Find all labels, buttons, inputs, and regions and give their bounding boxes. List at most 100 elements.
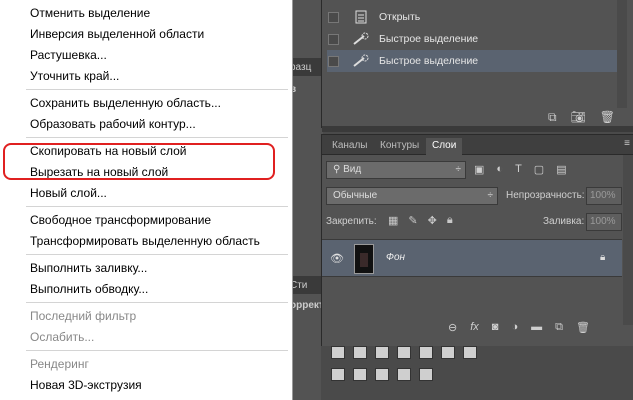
history-item-quick-selection[interactable]: Быстрое выделение	[322, 28, 633, 50]
invert-icon[interactable]	[331, 368, 345, 381]
lock-transparent-icon[interactable]: ▦	[388, 214, 398, 227]
curves-icon[interactable]	[375, 346, 389, 359]
link-icon[interactable]: ⊖	[448, 321, 457, 334]
eye-icon[interactable]: 👁︎	[330, 252, 344, 265]
adjustment-layer-icon[interactable]: ◑	[511, 321, 518, 334]
pixel-filter-icon[interactable]: ▣	[474, 163, 484, 176]
history-scrollbar[interactable]	[617, 0, 627, 108]
menu-separator	[26, 206, 288, 207]
menu-separator	[26, 137, 288, 138]
panel-divider	[322, 126, 633, 132]
quick-selection-icon	[351, 53, 371, 69]
tab-paths[interactable]: Контуры	[374, 138, 425, 155]
brightness-icon[interactable]	[331, 346, 345, 359]
history-checkbox[interactable]	[328, 55, 339, 67]
menu-item-make-work-path[interactable]: Образовать рабочий контур...	[30, 117, 196, 131]
history-item-open[interactable]: Открыть	[322, 6, 633, 28]
history-checkbox[interactable]	[328, 33, 339, 45]
menu-item-save-selection[interactable]: Сохранить выделенную область...	[30, 96, 221, 110]
history-item-label: Открыть	[379, 11, 421, 23]
tab-layers[interactable]: Слои	[426, 138, 463, 155]
kind-filter-value: Вид	[343, 164, 362, 175]
blend-mode-select[interactable]: Обычные ÷	[326, 187, 498, 205]
menu-item-transform-selection[interactable]: Трансформировать выделенную область	[30, 234, 260, 248]
shape-filter-icon[interactable]: ▢	[534, 163, 544, 176]
trash-icon[interactable]: 🗑︎	[576, 321, 590, 334]
history-toolbar: ⧉ 📷︎ 🗑︎	[548, 110, 615, 125]
tab-channels[interactable]: Каналы	[326, 138, 374, 155]
new-document-from-state-icon[interactable]: ⧉	[548, 110, 557, 125]
opacity-label: Непрозрачность:	[506, 190, 585, 201]
tab-fragment: разц	[290, 62, 312, 73]
layers-tabs: Каналы Контуры Слои ≡	[322, 135, 633, 155]
history-item-quick-selection-current[interactable]: Быстрое выделение	[327, 50, 627, 72]
fill-input[interactable]: 100%	[586, 213, 622, 231]
menu-item-new-3d-extrusion[interactable]: Новая 3D-экструзия	[30, 378, 142, 392]
label-fragment-2: оррект	[290, 300, 324, 311]
menu-item-deselect[interactable]: Отменить выделение	[30, 6, 150, 20]
history-item-label: Быстрое выделение	[379, 55, 479, 67]
adjustments-row-1	[331, 346, 477, 359]
history-panel: Открыть Быстрое выделение Быстрое выделе…	[321, 0, 633, 132]
posterize-icon[interactable]	[353, 368, 367, 381]
selective-color-icon[interactable]	[419, 368, 433, 381]
menu-item-new-layer[interactable]: Новый слой...	[30, 186, 107, 200]
menu-item-render: Рендеринг	[30, 357, 89, 371]
opacity-input[interactable]: 100%	[586, 187, 622, 205]
chevron-down-icon: ÷	[487, 190, 494, 201]
color-lookup-icon[interactable]	[463, 346, 477, 359]
new-layer-icon[interactable]: ⧉	[555, 321, 563, 334]
menu-separator	[26, 302, 288, 303]
blend-mode-value: Обычные	[333, 190, 378, 201]
menu-separator	[26, 350, 288, 351]
folder-icon[interactable]: ▬	[531, 321, 542, 334]
filter-row: ⚲ Вид ÷ ▣ ◐ T ▢ ▤	[326, 161, 626, 179]
kind-filter-select[interactable]: ⚲ Вид ÷	[326, 161, 466, 179]
mask-icon[interactable]: ◙	[492, 321, 499, 334]
lock-row: Закрепить: ▦ ✎ ✥ 🔒︎ Заливка: 100%	[326, 213, 630, 231]
lock-brush-icon[interactable]: ✎	[408, 214, 417, 227]
adjustment-filter-icon[interactable]: ◐	[496, 163, 503, 176]
layers-scrollbar[interactable]	[623, 155, 633, 325]
lock-move-icon[interactable]: ✥	[428, 214, 437, 227]
vibrance-icon[interactable]	[419, 346, 433, 359]
quick-selection-icon	[351, 31, 371, 47]
layers-panel: Каналы Контуры Слои ≡ ⚲ Вид ÷ ▣ ◐ T ▢ ▤ …	[321, 134, 633, 346]
search-icon: ⚲	[333, 164, 344, 175]
filter-icons: ▣ ◐ T ▢ ▤	[474, 163, 567, 176]
layers-toolbar: ⊖ fx ◙ ◑ ▬ ⧉ 🗑︎	[448, 321, 590, 334]
layer-row[interactable]: 👁︎ Фон 🔒︎	[322, 239, 622, 277]
document-icon	[351, 9, 371, 25]
menu-item-feather[interactable]: Растушевка...	[30, 48, 107, 62]
lock-label: Закрепить:	[326, 216, 377, 227]
menu-item-stroke[interactable]: Выполнить обводку...	[30, 282, 148, 296]
type-filter-icon[interactable]: T	[515, 163, 522, 176]
menu-separator	[26, 89, 288, 90]
gradient-map-icon[interactable]	[397, 368, 411, 381]
fx-icon[interactable]: fx	[470, 321, 479, 334]
context-menu: Отменить выделение Инверсия выделенной о…	[0, 0, 293, 400]
panel-menu-icon[interactable]: ≡	[624, 138, 630, 149]
threshold-icon[interactable]	[375, 368, 389, 381]
menu-item-fade: Ослабить...	[30, 330, 95, 344]
menu-item-last-filter: Последний фильтр	[30, 309, 137, 323]
lock-icons: ▦ ✎ ✥ 🔒︎	[388, 214, 453, 227]
menu-item-refine-edge[interactable]: Уточнить край...	[30, 69, 119, 83]
menu-item-inverse[interactable]: Инверсия выделенной области	[30, 27, 204, 41]
menu-separator	[26, 254, 288, 255]
menu-item-free-transform[interactable]: Свободное трансформирование	[30, 213, 211, 227]
menu-item-fill[interactable]: Выполнить заливку...	[30, 261, 147, 275]
smart-object-filter-icon[interactable]: ▤	[556, 163, 566, 176]
levels-icon[interactable]	[353, 346, 367, 359]
exposure-icon[interactable]	[397, 346, 411, 359]
blend-row: Обычные ÷ Непрозрачность: 100%	[326, 187, 630, 205]
camera-icon[interactable]: 📷︎	[571, 110, 586, 125]
lock-all-icon[interactable]: 🔒︎	[447, 214, 453, 227]
history-checkbox[interactable]	[328, 11, 339, 23]
trash-icon[interactable]: 🗑︎	[600, 110, 615, 125]
hue-saturation-icon[interactable]	[441, 346, 455, 359]
fill-label: Заливка:	[543, 216, 585, 227]
layer-thumbnail	[354, 244, 374, 274]
highlight-annotation	[3, 143, 275, 180]
history-item-label: Быстрое выделение	[379, 33, 479, 45]
